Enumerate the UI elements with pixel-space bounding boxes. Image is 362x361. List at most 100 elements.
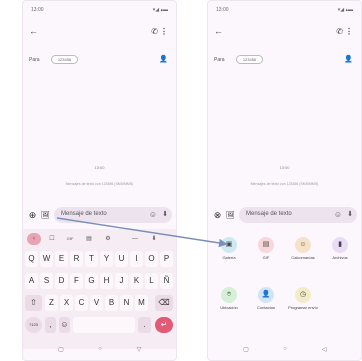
- key-l[interactable]: L: [145, 273, 158, 289]
- message-input[interactable]: Mensaje de texto ☺ ⬇: [54, 207, 172, 223]
- emoji-icon[interactable]: ☺: [334, 210, 342, 219]
- more-options-icon[interactable]: ⋮: [160, 27, 168, 36]
- emoji-icon[interactable]: ☺: [149, 210, 157, 219]
- voice-record-icon[interactable]: ⬇: [347, 210, 353, 218]
- space-key[interactable]: [73, 317, 135, 333]
- backspace-key[interactable]: ⌫: [155, 295, 173, 311]
- attach-schedule-send[interactable]: ◷ Programar envío: [288, 287, 318, 311]
- location-icon: ⌾: [221, 287, 237, 303]
- message-placeholder: Mensaje de texto: [61, 211, 107, 217]
- key-u[interactable]: U: [115, 251, 128, 267]
- keyboard-back-icon[interactable]: ‹: [27, 233, 41, 245]
- close-attach-icon[interactable]: ⊗: [212, 210, 223, 221]
- recents-button[interactable]: ▢: [53, 346, 69, 353]
- key-a[interactable]: A: [25, 273, 38, 289]
- gif-icon: ▤: [258, 237, 274, 253]
- message-timestamp: 13:00: [94, 165, 105, 170]
- back-arrow-icon[interactable]: ←: [29, 26, 38, 36]
- attach-files[interactable]: ▮ Archivos: [325, 237, 355, 261]
- app-bar: ← ✆ ⋮: [214, 26, 355, 39]
- conversation-info: Mensajes de texto con 123456 (SMS/MMS): [250, 182, 319, 186]
- key-n-tilde[interactable]: Ñ: [160, 273, 173, 289]
- clipboard-list-icon[interactable]: ▤: [82, 233, 96, 245]
- symbols-key[interactable]: ?123: [25, 317, 42, 333]
- attachment-row-1: ▣ Galería ▤ GIF ☺ Calcomanías ▮ Archivos: [212, 237, 357, 267]
- onscreen-keyboard: ‹ ☐ GIF ▤ ⚙ — ⬇ Q W E R T Y U I O P A S …: [23, 229, 176, 349]
- attach-contacts[interactable]: 👤 Contactos: [251, 287, 281, 311]
- contact-icon: 👤: [258, 287, 274, 303]
- key-w[interactable]: W: [40, 251, 53, 267]
- key-s[interactable]: S: [40, 273, 53, 289]
- key-d[interactable]: D: [55, 273, 68, 289]
- recipient-chip[interactable]: 123456: [236, 55, 263, 64]
- key-f[interactable]: F: [70, 273, 83, 289]
- keyboard-hide-icon[interactable]: ⬇: [147, 233, 161, 245]
- key-z[interactable]: Z: [45, 295, 58, 311]
- home-button[interactable]: ○: [92, 346, 108, 352]
- attach-plus-icon[interactable]: ⊕: [27, 210, 38, 221]
- back-button[interactable]: ◁: [316, 346, 332, 353]
- key-n[interactable]: N: [120, 295, 133, 311]
- add-contact-icon[interactable]: 👤: [344, 55, 353, 63]
- comma-key[interactable]: ,: [45, 317, 56, 333]
- key-q[interactable]: Q: [25, 251, 38, 267]
- add-contact-icon[interactable]: 👤: [159, 55, 168, 63]
- gallery-icon[interactable]: 🖼: [225, 210, 236, 221]
- key-j[interactable]: J: [115, 273, 128, 289]
- key-v[interactable]: V: [90, 295, 103, 311]
- message-placeholder: Mensaje de texto: [246, 211, 292, 217]
- recipient-chip[interactable]: 123456: [51, 55, 78, 64]
- back-arrow-icon[interactable]: ←: [214, 26, 223, 36]
- attach-stickers[interactable]: ☺ Calcomanías: [288, 237, 318, 261]
- attach-location[interactable]: ⌾ Ubicación: [214, 287, 244, 311]
- status-time: 13:00: [31, 7, 44, 13]
- dash-icon[interactable]: —: [128, 233, 142, 245]
- phone-call-icon[interactable]: ✆: [336, 27, 343, 36]
- key-m[interactable]: M: [135, 295, 148, 311]
- home-button[interactable]: ○: [277, 346, 293, 352]
- attach-label: Calcomanías: [291, 255, 315, 260]
- key-i[interactable]: I: [130, 251, 143, 267]
- settings-icon[interactable]: ⚙: [101, 233, 115, 245]
- phone-call-icon[interactable]: ✆: [151, 27, 158, 36]
- key-c[interactable]: C: [75, 295, 88, 311]
- key-r[interactable]: R: [70, 251, 83, 267]
- keyboard-toolbar: ‹ ☐ GIF ▤ ⚙ — ⬇: [27, 233, 172, 245]
- status-bar: 13:00 ▾◢ ▴▬: [216, 7, 353, 15]
- enter-key[interactable]: ↵: [155, 317, 173, 333]
- phone-screen-attachments: 13:00 ▾◢ ▴▬ ← ✆ ⋮ Para 123456 👤 13:00 Me…: [207, 0, 362, 361]
- conversation-info: Mensajes de texto con 123456 (SMS/MMS): [65, 182, 134, 186]
- key-h[interactable]: H: [100, 273, 113, 289]
- key-row-4: ?123 , ☺ . ↵: [25, 317, 174, 335]
- period-key[interactable]: .: [138, 317, 151, 333]
- emoji-key[interactable]: ☺: [59, 317, 70, 333]
- key-x[interactable]: X: [60, 295, 73, 311]
- more-options-icon[interactable]: ⋮: [345, 27, 353, 36]
- message-input[interactable]: Mensaje de texto ☺ ⬇: [239, 207, 357, 223]
- key-e[interactable]: E: [55, 251, 68, 267]
- attach-label: Ubicación: [220, 305, 238, 310]
- key-g[interactable]: G: [85, 273, 98, 289]
- attach-gallery[interactable]: ▣ Galería: [214, 237, 244, 261]
- app-bar: ← ✆ ⋮: [29, 26, 170, 39]
- attach-gif[interactable]: ▤ GIF: [251, 237, 281, 261]
- attach-label: GIF: [262, 255, 270, 260]
- key-o[interactable]: O: [145, 251, 158, 267]
- recipient-row: Para 123456 👤: [214, 55, 355, 65]
- clipboard-icon[interactable]: ☐: [45, 233, 59, 245]
- gallery-icon[interactable]: 🖼: [40, 210, 51, 221]
- key-p[interactable]: P: [160, 251, 173, 267]
- key-t[interactable]: T: [85, 251, 98, 267]
- voice-record-icon[interactable]: ⬇: [162, 210, 168, 218]
- phone-screen-keyboard: 13:00 ▾◢ ▴▬ ← ✆ ⋮ Para 123456 👤 13:00 Me…: [22, 0, 177, 361]
- status-bar: 13:00 ▾◢ ▴▬: [31, 7, 168, 15]
- back-button[interactable]: ▽: [131, 346, 147, 353]
- compose-row: ⊕ 🖼 Mensaje de texto ☺ ⬇: [27, 207, 172, 223]
- attach-label: Programar envío: [288, 305, 318, 310]
- key-y[interactable]: Y: [100, 251, 113, 267]
- recents-button[interactable]: ▢: [238, 346, 254, 353]
- gif-icon[interactable]: GIF: [63, 233, 77, 245]
- key-k[interactable]: K: [130, 273, 143, 289]
- shift-key[interactable]: ⇧: [25, 295, 42, 311]
- key-b[interactable]: B: [105, 295, 118, 311]
